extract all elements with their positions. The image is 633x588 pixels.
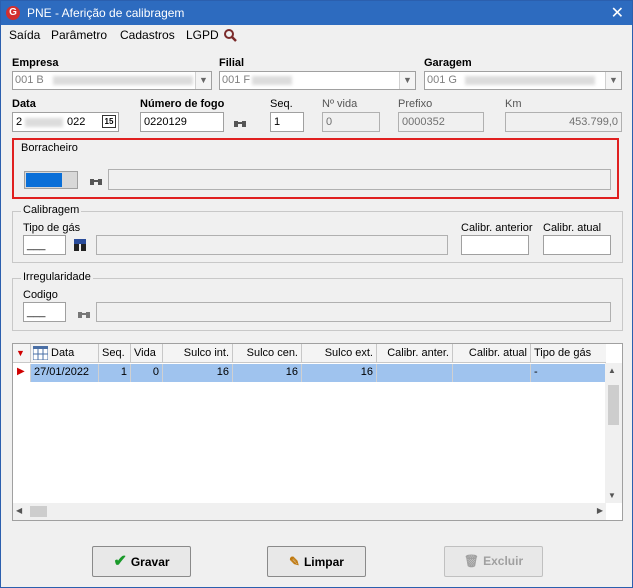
borracheiro-name-field — [108, 169, 611, 190]
column-header-seq[interactable]: Seq. — [99, 344, 131, 363]
app-logo-icon: G — [6, 6, 20, 20]
cell-calibr-anter[interactable] — [377, 364, 453, 382]
column-header-sulco-ext[interactable]: Sulco ext. — [302, 344, 377, 363]
window-title: PNE - Aferição de calibragem — [27, 6, 185, 20]
column-header-data[interactable]: Data — [31, 344, 99, 363]
cell-sulco-ext[interactable]: 16 — [302, 364, 377, 382]
chevron-down-icon: ▼ — [605, 72, 621, 89]
cell-calibr-atual[interactable] — [453, 364, 531, 382]
menu-parametro[interactable]: Parâmetro — [51, 28, 107, 42]
redacted-text — [25, 118, 63, 127]
binoculars-search-icon[interactable] — [74, 239, 88, 252]
menu-lgpd[interactable]: LGPD — [186, 28, 219, 42]
chevron-down-icon: ▼ — [399, 72, 415, 89]
column-header-calibr-anter[interactable]: Calibr. anter. — [377, 344, 453, 363]
calibr-anterior-field[interactable] — [461, 235, 529, 255]
gravar-button[interactable]: ✔ Gravar — [92, 546, 191, 577]
numero-fogo-field[interactable]: 0220129 — [140, 112, 224, 132]
redacted-text — [252, 76, 292, 85]
table-grid-icon — [33, 346, 48, 360]
limpar-button[interactable]: ✎ Limpar — [267, 546, 366, 577]
trash-icon: 🗑 — [463, 554, 480, 568]
cell-vida[interactable]: 0 — [131, 364, 163, 382]
redacted-text — [465, 76, 595, 85]
garagem-label: Garagem — [424, 57, 472, 69]
numero-fogo-label: Número de fogo — [140, 98, 225, 110]
column-header-sulco-int[interactable]: Sulco int. — [163, 344, 233, 363]
scroll-thumb-horizontal[interactable] — [30, 506, 47, 517]
redacted-text — [53, 76, 193, 85]
cell-tipo-gas[interactable]: - — [531, 364, 606, 382]
close-icon[interactable]: ✕ — [611, 3, 624, 23]
checkmark-icon: ✔ — [113, 553, 127, 570]
calibr-atual-label: Calibr. atual — [543, 222, 602, 234]
scroll-right-icon[interactable]: ▶ — [597, 506, 603, 515]
prefixo-field: 0000352 — [398, 112, 484, 132]
tipo-gas-description — [96, 235, 448, 255]
calibragem-title: Calibragem — [21, 204, 82, 216]
cell-data[interactable]: 27/01/2022 — [31, 364, 99, 382]
scroll-left-icon[interactable]: ◀ — [16, 506, 22, 515]
scroll-down-icon[interactable]: ▼ — [608, 491, 616, 500]
column-header-tipo-gas[interactable]: Tipo de gás — [531, 344, 606, 363]
eraser-icon: ✎ — [289, 554, 300, 569]
km-field: 453.799,0 — [505, 112, 622, 132]
data-field[interactable]: 2 022 15 — [12, 112, 119, 132]
binoculars-icon[interactable] — [78, 309, 90, 319]
irregularidade-title: Irregularidade — [21, 271, 93, 283]
filial-label: Filial — [219, 57, 245, 69]
calendar-icon[interactable]: 15 — [102, 115, 116, 128]
cell-seq[interactable]: 1 — [99, 364, 131, 382]
row-indicator-icon: ▶ — [13, 364, 31, 382]
horizontal-scrollbar[interactable]: ◀ ▶ — [13, 503, 606, 520]
selection-highlight — [26, 173, 62, 187]
tipo-gas-field[interactable]: ___ — [23, 235, 66, 255]
seq-field[interactable]: 1 — [270, 112, 304, 132]
prefixo-label: Prefixo — [398, 98, 433, 110]
codigo-field[interactable]: ___ — [23, 302, 66, 322]
search-icon[interactable] — [223, 28, 237, 42]
tipo-gas-label: Tipo de gás — [23, 222, 81, 234]
column-header-vida[interactable]: Vida — [131, 344, 163, 363]
calibr-atual-field[interactable] — [543, 235, 611, 255]
table-row[interactable]: ▶ 27/01/2022 1 0 16 16 16 - — [13, 364, 606, 382]
column-header-sulco-cen[interactable]: Sulco cen. — [233, 344, 302, 363]
sort-arrow-icon[interactable]: ▼ — [13, 344, 31, 363]
scroll-up-icon[interactable]: ▲ — [608, 366, 616, 375]
menu-cadastros[interactable]: Cadastros — [120, 28, 175, 42]
menu-saida[interactable]: Saída — [9, 28, 40, 42]
title-bar: G PNE - Aferição de calibragem ✕ — [1, 1, 632, 25]
data-label: Data — [12, 98, 36, 110]
irregularidade-description — [96, 302, 611, 322]
filial-select[interactable]: 001 F ▼ — [219, 71, 416, 90]
nvida-label: Nº vida — [322, 98, 358, 110]
calibr-anterior-label: Calibr. anterior — [461, 222, 533, 234]
cell-sulco-cen[interactable]: 16 — [233, 364, 302, 382]
binoculars-icon[interactable] — [234, 118, 246, 128]
column-header-calibr-atual[interactable]: Calibr. atual — [453, 344, 531, 363]
empresa-select[interactable]: 001 B ▼ — [12, 71, 212, 90]
chevron-down-icon: ▼ — [195, 72, 211, 89]
borracheiro-code-field[interactable] — [24, 171, 78, 189]
vertical-scrollbar[interactable]: ▲ ▼ — [605, 363, 622, 503]
km-label: Km — [505, 98, 522, 110]
cell-sulco-int[interactable]: 16 — [163, 364, 233, 382]
main-window: G PNE - Aferição de calibragem ✕ Saída P… — [0, 0, 633, 588]
borracheiro-group: Borracheiro — [15, 142, 615, 195]
seq-label: Seq. — [270, 98, 293, 110]
menu-bar: Saída Parâmetro Cadastros LGPD — [1, 25, 632, 45]
nvida-field: 0 — [322, 112, 380, 132]
binoculars-icon[interactable] — [90, 176, 102, 186]
garagem-select[interactable]: 001 G ▼ — [424, 71, 622, 90]
borracheiro-title: Borracheiro — [19, 142, 80, 154]
data-grid[interactable]: ▼ Data Seq. Vida Sulco int. Sulco cen. S… — [12, 343, 623, 521]
empresa-label: Empresa — [12, 57, 59, 69]
grid-header: ▼ Data Seq. Vida Sulco int. Sulco cen. S… — [13, 344, 606, 363]
codigo-label: Codigo — [23, 289, 58, 301]
excluir-button: 🗑 Excluir — [444, 546, 543, 577]
scroll-thumb[interactable] — [608, 385, 619, 425]
